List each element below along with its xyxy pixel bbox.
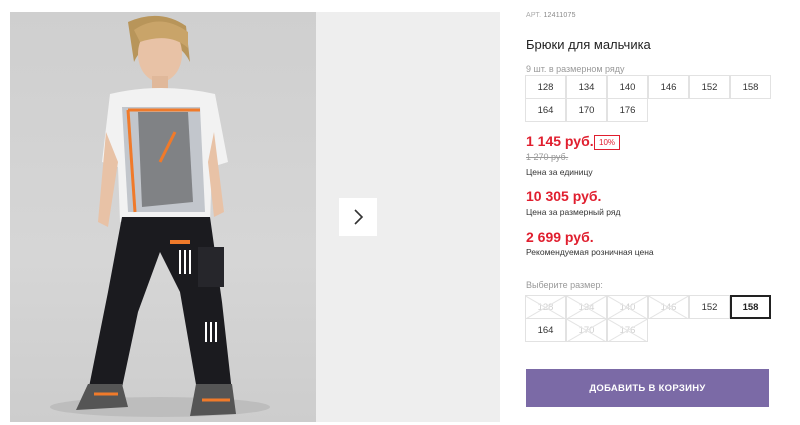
retail-price: 2 699 руб.	[526, 229, 594, 245]
discount-badge: 10%	[594, 135, 621, 150]
size-row-cell: 164	[525, 98, 566, 122]
size-option-140: 140	[607, 295, 648, 319]
size-option-170: 170	[566, 318, 607, 342]
size-option-128: 128	[525, 295, 566, 319]
size-row-cell: 128	[525, 75, 566, 99]
unit-price-caption: Цена за единицу	[526, 167, 593, 177]
size-selector: 128 134 140 146 152 158 164 170 176	[525, 295, 772, 342]
size-row-grid: 128 134 140 146 152 158 164 170 176	[525, 75, 772, 122]
product-photo[interactable]	[10, 12, 316, 422]
size-option-152[interactable]: 152	[689, 295, 730, 319]
size-row-cell: 170	[566, 98, 607, 122]
chevron-right-icon	[354, 209, 364, 225]
size-row-cell: 146	[648, 75, 689, 99]
size-option-146: 146	[648, 295, 689, 319]
add-to-cart-button[interactable]: ДОБАВИТЬ В КОРЗИНУ	[526, 369, 769, 407]
next-image-button[interactable]	[339, 198, 377, 236]
article-number: АРТ. 12411075	[526, 12, 576, 19]
size-row-cell: 140	[607, 75, 648, 99]
old-price: 1 270 руб.	[526, 152, 569, 162]
choose-size-label: Выберите размер:	[526, 280, 603, 290]
size-row-cell: 134	[566, 75, 607, 99]
product-gallery	[10, 12, 500, 422]
size-row-cell: 158	[730, 75, 771, 99]
unit-price: 1 145 руб.	[526, 133, 594, 149]
size-row-info: 9 шт. в размерном ряду	[526, 64, 625, 74]
boy-model-illustration	[50, 15, 270, 417]
size-row-price-caption: Цена за размерный ряд	[526, 207, 621, 217]
article-label: АРТ.	[526, 12, 542, 19]
size-option-164[interactable]: 164	[525, 318, 566, 342]
size-row-price: 10 305 руб.	[526, 188, 602, 204]
size-option-134: 134	[566, 295, 607, 319]
product-title: Брюки для мальчика	[526, 37, 651, 52]
size-option-158[interactable]: 158	[730, 295, 771, 319]
article-value: 12411075	[543, 12, 576, 19]
size-option-176: 176	[607, 318, 648, 342]
retail-price-caption: Рекомендуемая розничная цена	[526, 247, 654, 257]
size-row-cell: 176	[607, 98, 648, 122]
size-row-cell: 152	[689, 75, 730, 99]
